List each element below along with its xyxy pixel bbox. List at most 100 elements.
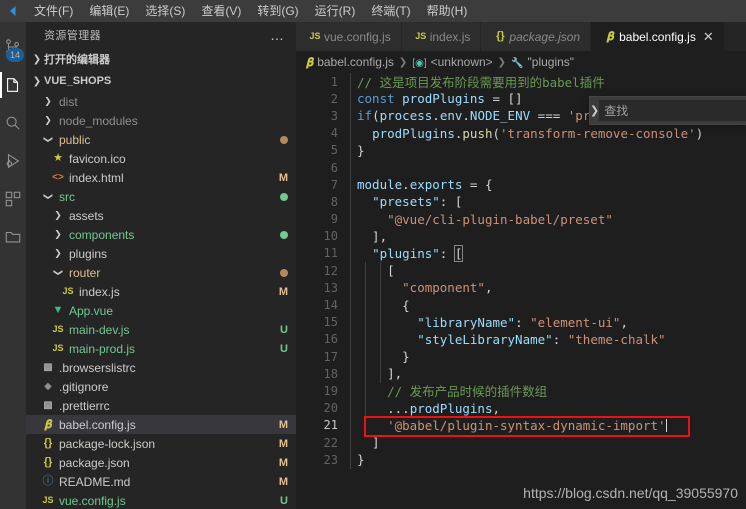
- tree-item-main-prod-js[interactable]: JS main-prod.js U: [26, 339, 296, 358]
- breadcrumb-item-0[interactable]: 𝛃 babel.config.js: [306, 55, 394, 70]
- code-line-11[interactable]: 11 "plugins": [: [296, 244, 746, 262]
- tree-item-label: src: [59, 189, 75, 204]
- tree-item-package-lock-json[interactable]: {} package-lock.json M: [26, 434, 296, 453]
- activity-folder[interactable]: [0, 218, 26, 256]
- indent-guide: [365, 262, 366, 435]
- tree-item-index-html[interactable]: <> index.html M: [26, 168, 296, 187]
- code-text: prodPlugins.push('transform-remove-conso…: [372, 125, 704, 141]
- activity-source-control[interactable]: 14: [0, 28, 26, 66]
- tree-item-dist[interactable]: ❯ dist: [26, 92, 296, 111]
- tab-package-json[interactable]: {} package.json: [481, 22, 592, 51]
- tree-item-prettierrc[interactable]: ▩ .prettierrc: [26, 396, 296, 415]
- activity-search[interactable]: [0, 104, 26, 142]
- code-line-7[interactable]: 7 module.exports = {: [296, 176, 746, 193]
- code-line-17[interactable]: 17 }: [296, 348, 746, 365]
- code-line-6[interactable]: 6: [296, 159, 746, 176]
- breadcrumb-separator-icon: ❯: [398, 56, 408, 68]
- code-line-9[interactable]: 9 "@vue/cli-plugin-babel/preset": [296, 211, 746, 228]
- tree-item-browserslistrc[interactable]: ▩ .browserslistrc: [26, 358, 296, 377]
- breadcrumb-item-1[interactable]: [◉] <unknown>: [412, 55, 492, 69]
- menu-selection[interactable]: 选择(S): [137, 0, 193, 22]
- tree-item-git-status: M: [278, 418, 288, 431]
- tree-item-public[interactable]: ❯ public: [26, 130, 296, 149]
- code-line-18[interactable]: 18 ],: [296, 365, 746, 382]
- menu-help[interactable]: 帮助(H): [419, 0, 476, 22]
- chevron-right: ❯: [44, 96, 52, 106]
- tree-item-app-vue[interactable]: ▼ App.vue: [26, 301, 296, 320]
- tree-item-change-dot: [280, 192, 288, 201]
- menu-edit[interactable]: 编辑(E): [81, 0, 137, 22]
- find-widget[interactable]: ❯: [589, 96, 746, 125]
- tree-item-main-dev-js[interactable]: JS main-dev.js U: [26, 320, 296, 339]
- menu-terminal[interactable]: 终端(T): [363, 0, 418, 22]
- tree-item-plugins[interactable]: ❯ plugins: [26, 244, 296, 263]
- tree-item-label: App.vue: [69, 303, 114, 318]
- code-line-15[interactable]: 15 "libraryName": "element-ui",: [296, 314, 746, 331]
- code-line-23[interactable]: 23}: [296, 451, 746, 468]
- menu-view[interactable]: 查看(V): [193, 0, 249, 22]
- activity-run-and-debug[interactable]: [0, 142, 26, 180]
- tree-item-index-js[interactable]: JS index.js M: [26, 282, 296, 301]
- code-line-10[interactable]: 10 ],: [296, 228, 746, 245]
- tab-index-js[interactable]: JS index.js: [401, 22, 482, 51]
- sidebar-more-actions-icon[interactable]: …: [262, 28, 292, 42]
- tree-item-vue-config-js[interactable]: JS vue.config.js U: [26, 491, 296, 509]
- menu-file[interactable]: 文件(F): [26, 0, 81, 22]
- tree-item-assets[interactable]: ❯ assets: [26, 206, 296, 225]
- find-input[interactable]: [599, 100, 746, 121]
- code-line-21[interactable]: 21 '@babel/plugin-syntax-dynamic-import': [296, 417, 746, 434]
- project-root-toggle[interactable]: ❯ VUE_SHOPS: [26, 70, 296, 92]
- code-line-19[interactable]: 19 // 发布产品时候的插件数组: [296, 382, 746, 400]
- tab-vue-config-js[interactable]: JS vue.config.js: [296, 22, 402, 51]
- json-icon: {}: [496, 30, 505, 42]
- close-icon[interactable]: ✕: [703, 30, 714, 43]
- code-line-22[interactable]: 22 ]: [296, 434, 746, 451]
- breadcrumb-item-2[interactable]: 🔧 "plugins": [511, 55, 574, 69]
- code-editor[interactable]: 1// 这是项目发布阶段需要用到的babel插件 2 const prodPlugi…: [296, 73, 746, 509]
- tab-label: babel.config.js: [619, 29, 696, 44]
- open-editors-toggle[interactable]: ❯ 打开的编辑器: [26, 48, 296, 70]
- tree-item-node-modules[interactable]: ❯ node_modules: [26, 111, 296, 130]
- tree-item-package-json[interactable]: {} package.json M: [26, 453, 296, 472]
- code-text: {: [357, 297, 410, 313]
- tree-item-label: public: [59, 132, 91, 147]
- tree-item-readme-md[interactable]: ⓘ README.md M: [26, 472, 296, 491]
- tree-item-favicon-ico[interactable]: ★ favicon.ico: [26, 149, 296, 168]
- code-line-12[interactable]: 12 [: [296, 262, 746, 279]
- menu-go[interactable]: 转到(G): [249, 0, 306, 22]
- code-line-4[interactable]: 4 prodPlugins.push('transform-remove-con…: [296, 125, 746, 142]
- tree-item-babel-config-js[interactable]: 𝛃 babel.config.js M: [26, 415, 296, 434]
- code-line-13[interactable]: 13 "component",: [296, 279, 746, 296]
- code-line-14[interactable]: 14 {: [296, 296, 746, 313]
- line-number: 21: [323, 418, 338, 433]
- activity-extensions[interactable]: [0, 180, 26, 218]
- indent-guide: [380, 262, 381, 383]
- code-line-5[interactable]: 5}: [296, 142, 746, 159]
- js-icon: JS: [42, 495, 54, 505]
- tree-item-router[interactable]: ❯ router: [26, 263, 296, 282]
- indent-guide: [350, 73, 351, 469]
- chevron-right-icon: ❯: [32, 53, 42, 65]
- code-line-8[interactable]: 8 "presets": [: [296, 193, 746, 210]
- js-icon: JS: [309, 31, 321, 41]
- tree-item-src[interactable]: ❯ src: [26, 187, 296, 206]
- activity-explorer[interactable]: [0, 66, 26, 104]
- code-line-16[interactable]: 16 "styleLibraryName": "theme-chalk": [296, 331, 746, 348]
- tree-item-label: main-dev.js: [69, 322, 130, 337]
- tab-babel-config-js[interactable]: 𝛃 babel.config.js ✕: [591, 22, 725, 51]
- source-control-badge: 14: [6, 48, 24, 62]
- tree-item-gitignore[interactable]: ◆ .gitignore: [26, 377, 296, 396]
- code-line-20[interactable]: 20 ...prodPlugins,: [296, 400, 746, 417]
- sidebar-title: 资源管理器: [44, 30, 101, 42]
- code-text: "@vue/cli-plugin-babel/preset": [387, 211, 613, 227]
- line-number: 14: [323, 298, 338, 313]
- code-text: '@babel/plugin-syntax-dynamic-import': [387, 417, 667, 433]
- vscode-back-arrow-icon[interactable]: [0, 0, 26, 22]
- line-number: 5: [330, 143, 338, 158]
- code-text: ],: [387, 366, 403, 382]
- json-icon: {}: [43, 437, 53, 449]
- tree-item-components[interactable]: ❯ components: [26, 225, 296, 244]
- code-line-1[interactable]: 1 // 这是项目发布阶段需要用到的babel插件: [296, 73, 746, 91]
- find-expand-chevron-icon[interactable]: ❯: [590, 104, 599, 117]
- menu-run[interactable]: 运行(R): [307, 0, 364, 22]
